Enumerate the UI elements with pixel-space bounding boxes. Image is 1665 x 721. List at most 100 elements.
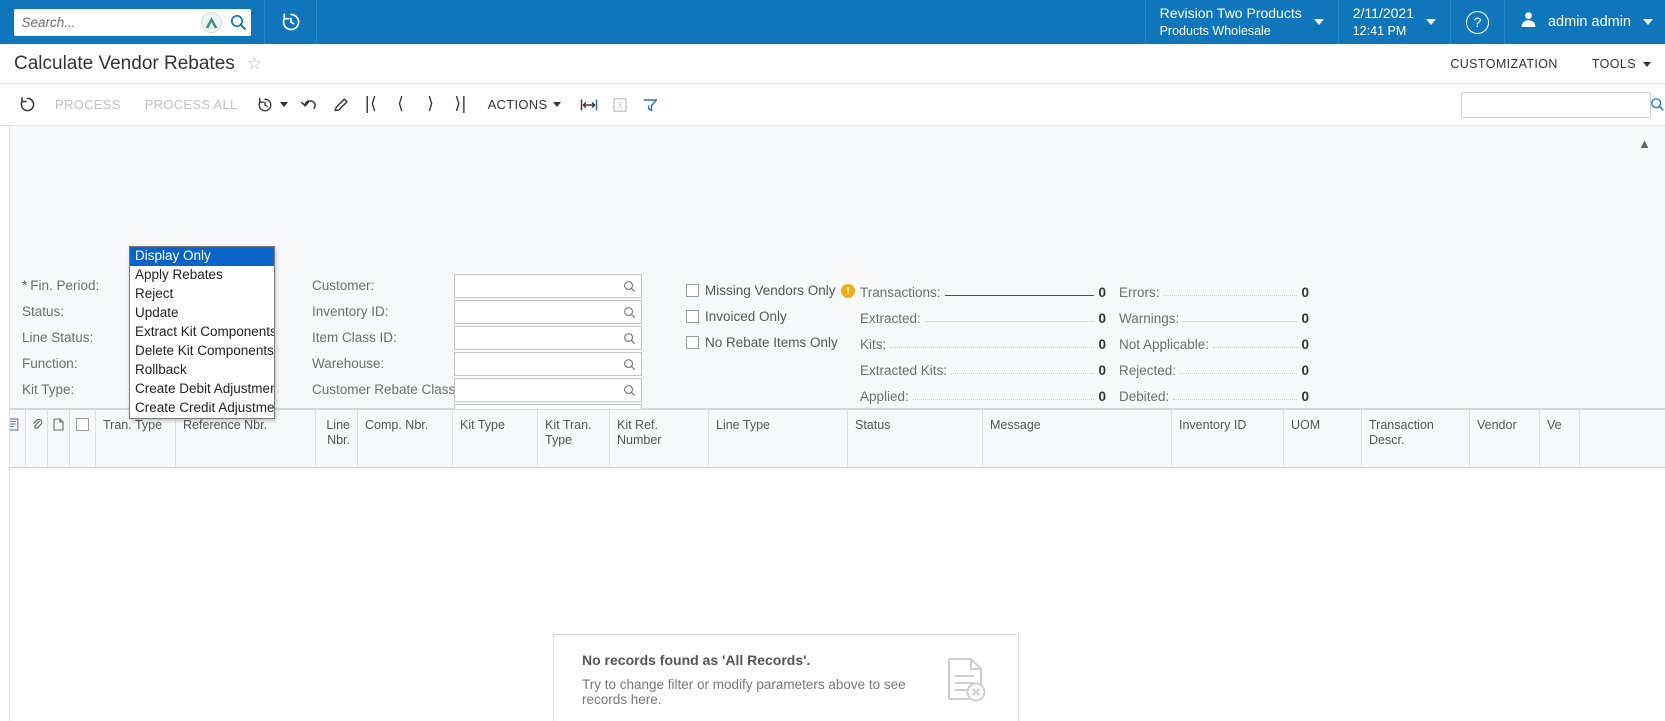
dropdown-option-create-credit-adjustment[interactable]: Create Credit Adjustment <box>130 399 274 418</box>
checkbox-box[interactable] <box>686 309 699 323</box>
column-header-kit-ref-number[interactable]: Kit Ref. Number <box>610 410 709 467</box>
previous-record-button[interactable]: ⟨ <box>386 90 416 120</box>
checkbox-invoiced-only[interactable]: Invoiced Only <box>686 303 866 329</box>
customer-rebate-class-input[interactable] <box>454 378 642 402</box>
column-header-line-type[interactable]: Line Type <box>709 410 848 467</box>
column-header-kit-tran-type[interactable]: Kit Tran. Type <box>538 410 610 467</box>
customization-menu[interactable]: CUSTOMIZATION <box>1450 57 1558 71</box>
tools-menu[interactable]: TOOLS <box>1592 57 1651 71</box>
dropdown-option-apply-rebates[interactable]: Apply Rebates <box>130 266 274 285</box>
dropdown-option-rollback[interactable]: Rollback <box>130 361 274 380</box>
field-item-class-id: Item Class ID: <box>312 326 652 352</box>
counter-value: 0 <box>1098 311 1106 326</box>
counter-label: Extracted Kits: <box>860 363 948 378</box>
fit-columns-button[interactable] <box>573 90 605 120</box>
business-date-selector[interactable]: 2/11/2021 12:41 PM <box>1337 0 1450 44</box>
global-search-box[interactable] <box>13 8 251 36</box>
pencil-edit-icon <box>332 96 350 114</box>
select-all-checkbox[interactable] <box>76 418 89 431</box>
company-selector[interactable]: Revision Two Products Products Wholesale <box>1144 0 1338 44</box>
checkbox-box[interactable] <box>686 283 699 297</box>
lookup-magnifier-icon[interactable] <box>619 306 639 319</box>
form-counters-right: Errors: 0 Warnings: 0 Not Applicable: 0 … <box>1119 274 1309 404</box>
schedule-button[interactable] <box>250 90 294 120</box>
fin-period-label: * Fin. Period: <box>22 278 100 293</box>
field-warehouse: Warehouse: <box>312 352 652 378</box>
edit-button[interactable] <box>326 90 356 120</box>
column-header-transaction-descr[interactable]: Transaction Descr. <box>1362 410 1470 467</box>
chevron-up-icon[interactable]: ▲ <box>1638 136 1651 151</box>
last-record-button[interactable]: ⟩| <box>446 90 476 120</box>
function-dropdown-list[interactable]: Display Only Apply Rebates Reject Update… <box>129 246 275 419</box>
dropdown-option-update[interactable]: Update <box>130 304 274 323</box>
search-input[interactable] <box>21 14 201 30</box>
user-avatar-icon <box>1519 10 1538 34</box>
column-header-comp-nbr[interactable]: Comp. Nbr. <box>358 410 453 467</box>
filter-button[interactable] <box>635 90 665 120</box>
process-all-button[interactable]: PROCESS ALL <box>133 90 250 120</box>
column-header-vendor-name[interactable]: Ve <box>1540 410 1580 467</box>
top-navigation-bar: Revision Two Products Products Wholesale… <box>0 0 1665 44</box>
counter-label: Transactions: <box>860 285 941 300</box>
column-header-line-nbr[interactable]: Line Nbr. <box>316 410 358 467</box>
column-header-status[interactable]: Status <box>848 410 983 467</box>
column-header-vendor[interactable]: Vendor <box>1470 410 1540 467</box>
export-excel-icon: X <box>611 96 629 114</box>
value-underline <box>944 295 1095 296</box>
export-excel-button[interactable]: X <box>605 90 635 120</box>
column-header-inventory-id[interactable]: Inventory ID <box>1172 410 1284 467</box>
counter-value: 0 <box>1301 285 1309 300</box>
field-customer-rebate-class: Customer Rebate Class: <box>312 378 652 404</box>
select-all-column-header[interactable] <box>70 410 96 467</box>
attachment-column-header[interactable] <box>26 410 48 467</box>
dropdown-option-reject[interactable]: Reject <box>130 285 274 304</box>
customer-input[interactable] <box>454 274 642 298</box>
fit-columns-icon <box>579 96 599 114</box>
counter-value: 0 <box>1301 363 1309 378</box>
chevron-down-icon <box>1643 19 1653 25</box>
lookup-magnifier-icon[interactable] <box>619 384 639 397</box>
actions-menu[interactable]: ACTIONS <box>476 90 574 120</box>
undo-button[interactable] <box>294 90 326 120</box>
checkbox-missing-vendors-only[interactable]: Missing Vendors Only <box>686 277 866 303</box>
checkbox-no-rebate-items-only[interactable]: No Rebate Items Only <box>686 329 866 355</box>
dropdown-option-display-only[interactable]: Display Only <box>130 247 274 266</box>
search-icon[interactable] <box>1650 97 1665 112</box>
help-button[interactable]: ? <box>1449 0 1504 44</box>
column-header-kit-type[interactable]: Kit Type <box>453 410 538 467</box>
refresh-icon[interactable] <box>12 90 43 120</box>
dropdown-option-extract-kit-components[interactable]: Extract Kit Components <box>130 323 274 342</box>
star-outline-icon[interactable]: ☆ <box>247 54 262 74</box>
user-menu[interactable]: admin admin <box>1503 0 1665 44</box>
counter-not-applicable: Not Applicable: 0 <box>1119 326 1309 352</box>
value-underline <box>890 347 1095 348</box>
first-record-button[interactable]: |⟨ <box>356 90 386 120</box>
grid-search-input[interactable] <box>1462 97 1650 112</box>
value-underline <box>1163 295 1298 296</box>
empty-state-subtitle: Try to change filter or modify parameter… <box>582 676 906 707</box>
recent-history-icon[interactable] <box>265 0 317 44</box>
grid-search-box[interactable] <box>1461 91 1664 118</box>
first-record-icon: |⟨ <box>364 94 377 114</box>
inventory-id-label: Inventory ID: <box>312 304 389 319</box>
process-button[interactable]: PROCESS <box>43 90 133 120</box>
lookup-magnifier-icon[interactable] <box>619 358 639 371</box>
chevron-down-icon <box>1313 19 1324 25</box>
counter-label: Applied: <box>860 389 909 404</box>
business-time: 12:41 PM <box>1352 23 1407 38</box>
dropdown-option-create-debit-adjustment[interactable]: Create Debit Adjustment <box>130 380 274 399</box>
column-header-message[interactable]: Message <box>983 410 1172 467</box>
inventory-id-input[interactable] <box>454 300 642 324</box>
dropdown-option-delete-kit-components[interactable]: Delete Kit Components <box>130 342 274 361</box>
lookup-magnifier-icon[interactable] <box>619 280 639 293</box>
value-underline <box>912 399 1095 400</box>
column-header-uom[interactable]: UOM <box>1284 410 1362 467</box>
document-column-header[interactable] <box>48 410 70 467</box>
lookup-magnifier-icon[interactable] <box>619 332 639 345</box>
search-icon[interactable] <box>228 14 250 31</box>
item-class-id-input[interactable] <box>454 326 642 350</box>
checkbox-box[interactable] <box>686 335 699 349</box>
warehouse-input[interactable] <box>454 352 642 376</box>
next-record-button[interactable]: ⟩ <box>416 90 446 120</box>
global-search-container <box>0 0 265 44</box>
